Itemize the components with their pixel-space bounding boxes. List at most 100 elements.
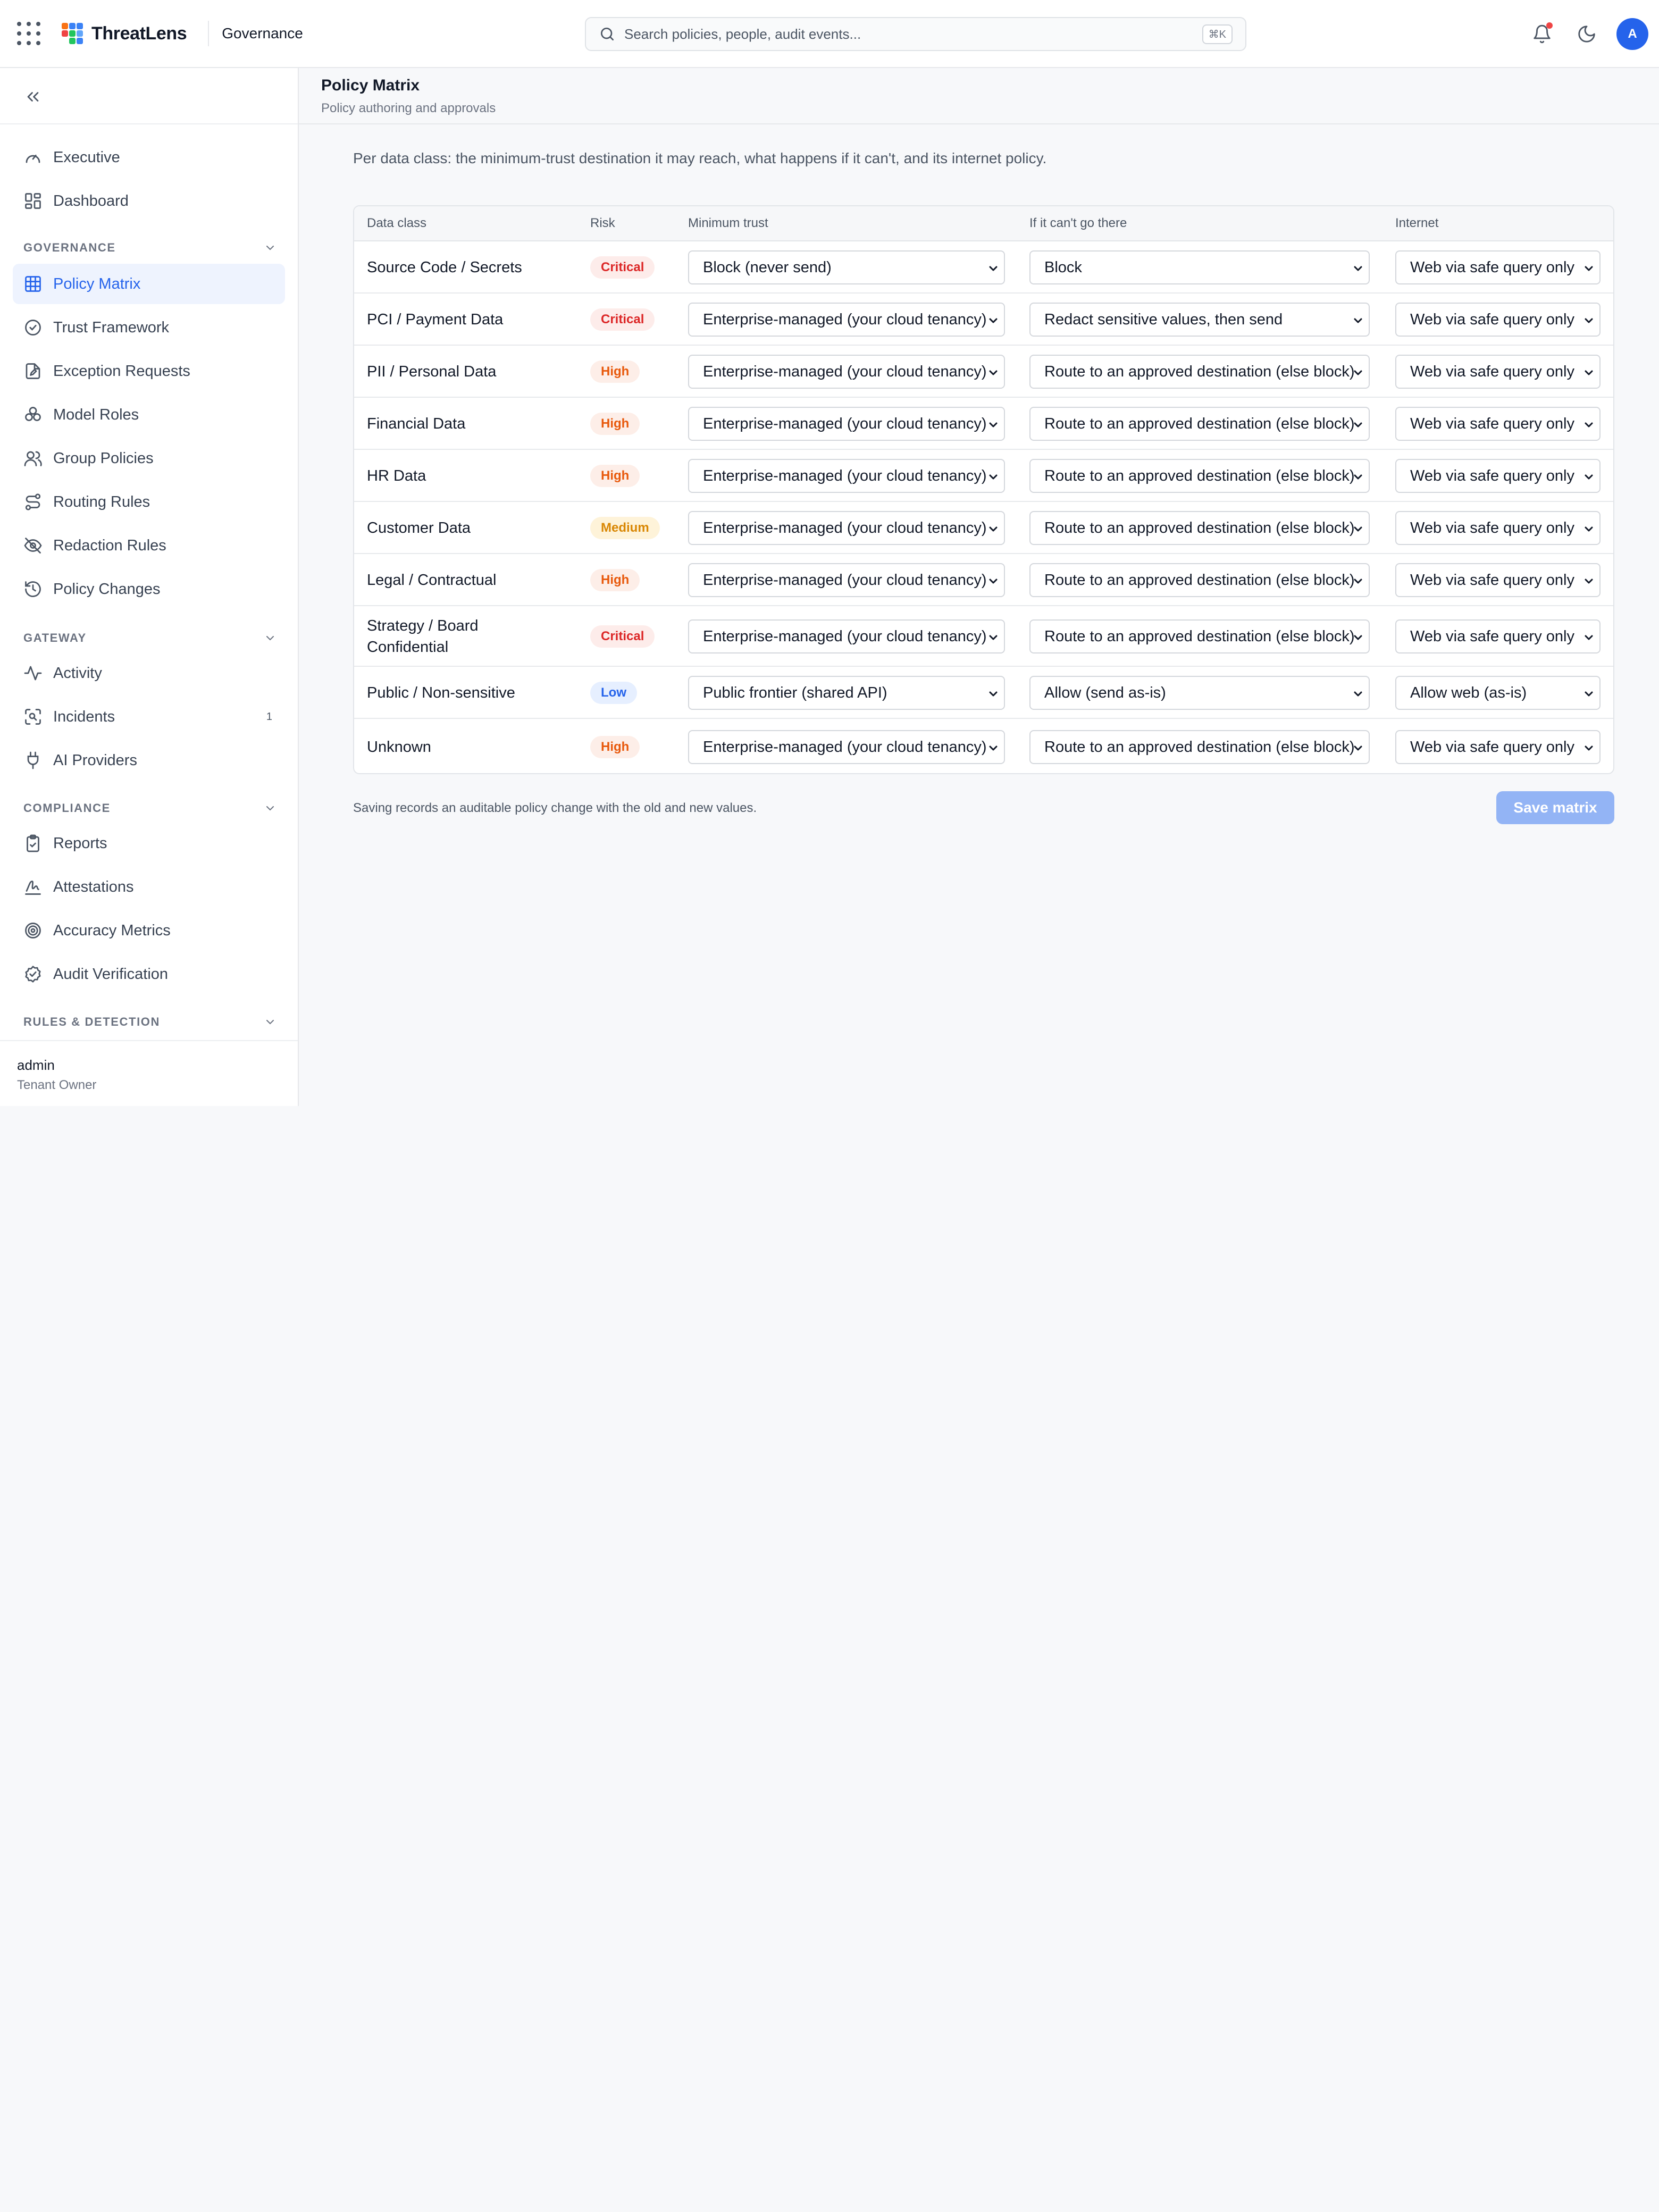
fallback-select[interactable]: Route to an approved destination (else b…: [1029, 511, 1370, 545]
fallback-select[interactable]: Route to an approved destination (else b…: [1029, 730, 1370, 764]
sidebar-group-compliance[interactable]: COMPLIANCE: [23, 799, 276, 818]
select-value: Allow (send as-is): [1044, 684, 1166, 701]
sidebar-item-dashboard[interactable]: Dashboard: [13, 181, 285, 221]
sidebar-item-activity[interactable]: Activity: [13, 653, 285, 693]
internet-select[interactable]: Allow web (as-is): [1395, 676, 1601, 710]
save-note: Saving records an auditable policy chang…: [353, 801, 757, 815]
sidebar-item-ai-providers[interactable]: AI Providers: [13, 740, 285, 781]
table-row: PCI / Payment Data Critical Enterprise-man…: [354, 294, 1613, 346]
minimum-trust-select[interactable]: Enterprise-managed (your cloud tenancy): [688, 459, 1005, 493]
risk-badge: High: [590, 569, 640, 591]
risk-badge: High: [590, 736, 640, 758]
sidebar-item-routing-rules[interactable]: Routing Rules: [13, 482, 285, 522]
sidebar-user[interactable]: admin Tenant Owner: [17, 1057, 96, 1093]
history-icon: [25, 581, 41, 597]
theme-toggle-button[interactable]: [1570, 17, 1604, 51]
fallback-select[interactable]: Block: [1029, 250, 1370, 284]
minimum-trust-select[interactable]: Enterprise-managed (your cloud tenancy): [688, 730, 1005, 764]
sidebar-item-exception-requests[interactable]: Exception Requests: [13, 351, 285, 391]
data-class-name: Legal / Contractual: [367, 572, 497, 589]
sidebar-item-trust-framework[interactable]: Trust Framework: [13, 307, 285, 348]
select-value: Enterprise-managed (your cloud tenancy): [703, 467, 987, 484]
internet-select[interactable]: Web via safe query only: [1395, 407, 1601, 441]
sidebar-item-label: Audit Verification: [53, 965, 169, 983]
sidebar-item-audit-verification[interactable]: Audit Verification: [13, 954, 285, 994]
chevron-down-icon: [266, 636, 274, 641]
minimum-trust-select[interactable]: Enterprise-managed (your cloud tenancy): [688, 303, 1005, 337]
risk-badge: Low: [590, 682, 637, 704]
internet-select[interactable]: Web via safe query only: [1395, 459, 1601, 493]
sidebar-item-group-policies[interactable]: Group Policies: [13, 438, 285, 479]
minimum-trust-select[interactable]: Block (never send): [688, 250, 1005, 284]
sidebar-item-accuracy-metrics[interactable]: Accuracy Metrics: [13, 910, 285, 951]
fallback-select[interactable]: Route to an approved destination (else b…: [1029, 563, 1370, 597]
sidebar-item-label: Reports: [53, 834, 107, 852]
search-input[interactable]: [624, 26, 1202, 43]
data-class-name: Financial Data: [367, 415, 466, 432]
sidebar-group-gateway[interactable]: GATEWAY: [23, 629, 276, 648]
internet-select[interactable]: Web via safe query only: [1395, 563, 1601, 597]
sidebar-group-governance[interactable]: GOVERNANCE: [23, 238, 276, 257]
collapse-sidebar-button[interactable]: [23, 87, 45, 106]
policy-matrix-table: Data class Risk Minimum trust If it can'…: [353, 205, 1614, 774]
fallback-select[interactable]: Redact sensitive values, then send: [1029, 303, 1370, 337]
signature-icon: [25, 881, 41, 895]
risk-badge: Medium: [590, 517, 660, 539]
check-circle-icon: [25, 320, 41, 336]
data-class-name: Public / Non-sensitive: [367, 684, 515, 701]
select-value: Route to an approved destination (else b…: [1044, 571, 1355, 589]
chevron-down-icon: [1354, 691, 1362, 697]
sidebar-item-label: Trust Framework: [53, 319, 170, 336]
top-divider: [208, 21, 210, 46]
internet-select[interactable]: Web via safe query only: [1395, 250, 1601, 284]
minimum-trust-select[interactable]: Enterprise-managed (your cloud tenancy): [688, 619, 1005, 653]
sidebar-group-label: COMPLIANCE: [23, 801, 111, 815]
sidebar-item-label: Policy Matrix: [53, 275, 141, 292]
minimum-trust-select[interactable]: Enterprise-managed (your cloud tenancy): [688, 407, 1005, 441]
fallback-select[interactable]: Route to an approved destination (else b…: [1029, 407, 1370, 441]
chevron-down-icon: [1354, 370, 1362, 375]
sidebar-item-incidents[interactable]: Incidents 1: [13, 697, 285, 737]
sidebar-item-redaction-rules[interactable]: Redaction Rules: [13, 525, 285, 566]
select-value: Web via safe query only: [1410, 363, 1574, 380]
fallback-select[interactable]: Route to an approved destination (else b…: [1029, 355, 1370, 389]
select-value: Redact sensitive values, then send: [1044, 311, 1283, 328]
minimum-trust-select[interactable]: Enterprise-managed (your cloud tenancy): [688, 355, 1005, 389]
internet-select[interactable]: Web via safe query only: [1395, 730, 1601, 764]
notifications-button[interactable]: [1525, 17, 1559, 51]
sidebar-item-reports[interactable]: Reports: [13, 823, 285, 864]
internet-select[interactable]: Web via safe query only: [1395, 619, 1601, 653]
sidebar-item-label: Dashboard: [53, 192, 129, 210]
select-value: Web via safe query only: [1410, 467, 1574, 484]
save-matrix-button[interactable]: Save matrix: [1496, 791, 1614, 824]
sidebar-item-executive[interactable]: Executive: [13, 137, 285, 178]
avatar[interactable]: A: [1616, 18, 1648, 50]
minimum-trust-select[interactable]: Enterprise-managed (your cloud tenancy): [688, 563, 1005, 597]
dashboard-icon: [25, 193, 41, 209]
sidebar-item-attestations[interactable]: Attestations: [13, 867, 285, 907]
fallback-select[interactable]: Route to an approved destination (else b…: [1029, 459, 1370, 493]
apps-grid-icon[interactable]: [17, 22, 40, 45]
minimum-trust-select[interactable]: Public frontier (shared API): [688, 676, 1005, 710]
app-logo[interactable]: ThreatLens: [62, 23, 187, 44]
chevron-down-icon: [266, 806, 274, 811]
sidebar-item-model-roles[interactable]: Model Roles: [13, 395, 285, 435]
chevron-down-icon: [1585, 318, 1593, 323]
user-name: admin: [17, 1057, 55, 1073]
fallback-select[interactable]: Route to an approved destination (else b…: [1029, 619, 1370, 653]
minimum-trust-select[interactable]: Enterprise-managed (your cloud tenancy): [688, 511, 1005, 545]
select-value: Route to an approved destination (else b…: [1044, 519, 1355, 537]
data-class-name: PCI / Payment Data: [367, 311, 504, 328]
internet-select[interactable]: Web via safe query only: [1395, 303, 1601, 337]
sidebar-item-policy-changes[interactable]: Policy Changes: [13, 569, 285, 609]
global-search[interactable]: ⌘K: [585, 17, 1246, 51]
notification-dot: [1546, 22, 1553, 29]
internet-select[interactable]: Web via safe query only: [1395, 355, 1601, 389]
internet-select[interactable]: Web via safe query only: [1395, 511, 1601, 545]
page-title: Policy Matrix: [321, 77, 420, 94]
sidebar-group-rules-detection[interactable]: RULES & DETECTION: [23, 1012, 276, 1032]
user-role: Tenant Owner: [17, 1078, 97, 1092]
section-name: Governance: [222, 25, 303, 41]
fallback-select[interactable]: Allow (send as-is): [1029, 676, 1370, 710]
sidebar-item-policy-matrix[interactable]: Policy Matrix: [13, 264, 285, 304]
